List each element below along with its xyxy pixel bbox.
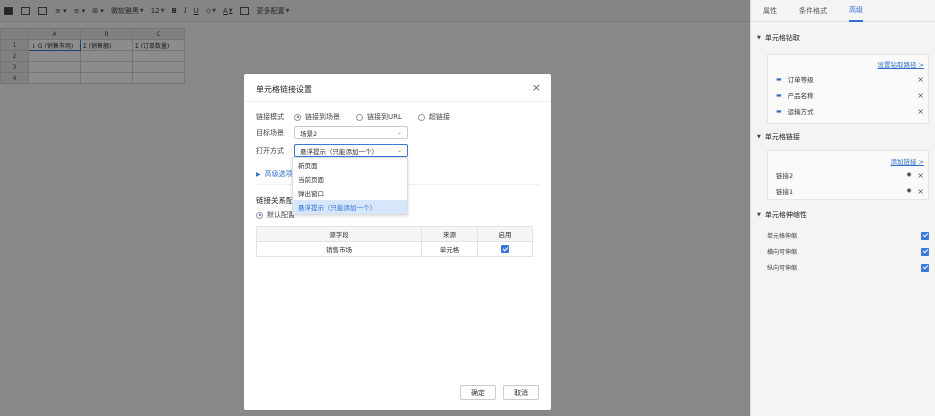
dialog-footer: 确定 取消: [453, 385, 539, 400]
target-scene-value: 场景2: [300, 129, 318, 138]
close-icon[interactable]: ×: [917, 75, 924, 84]
radio-label: 超链接: [428, 113, 450, 121]
drill-section-header[interactable]: ▼ 单元格钻取: [757, 33, 800, 43]
stretch-checkbox[interactable]: [921, 231, 929, 240]
table-row: 销售市场 单元格: [256, 241, 533, 257]
radio-off-icon: [417, 113, 425, 121]
advanced-options-label: 高级选项: [264, 170, 293, 178]
stretch-section-header[interactable]: ▼ 单元格伸缩性: [757, 210, 807, 220]
drill-item-label: 产品名称: [787, 92, 814, 100]
open-mode-value: 悬浮提示（只能添加一个）: [300, 147, 378, 156]
close-icon[interactable]: ×: [917, 171, 924, 180]
caret-down-icon: ▼: [757, 134, 761, 140]
stretch-option: 单元格伸缩: [767, 231, 929, 240]
tab-properties[interactable]: 属性: [763, 0, 777, 22]
stretch-option-label: 横向可伸缩: [767, 249, 798, 256]
dropdown-option-new-page[interactable]: 新页面: [293, 158, 407, 172]
close-icon[interactable]: ×: [917, 91, 924, 100]
radio-link-url[interactable]: 链接到URL: [356, 112, 402, 122]
open-mode-dropdown: 新页面 当前页面 弹出窗口 悬浮提示（只能添加一个）: [292, 157, 408, 215]
radio-link-scene[interactable]: 链接到场景: [294, 112, 340, 122]
dropdown-option-popup[interactable]: 弹出窗口: [293, 186, 407, 200]
list-item[interactable]: 链接1 ✹ ×: [776, 185, 924, 197]
close-icon[interactable]: ×: [917, 107, 924, 116]
drill-level-icon: ▬: [776, 107, 782, 115]
radio-hyperlink[interactable]: 超链接: [417, 112, 450, 122]
dropdown-option-tooltip[interactable]: 悬浮提示（只能添加一个）: [293, 200, 407, 214]
set-drill-path-link[interactable]: 设置钻取路径 >: [877, 59, 924, 69]
chevron-down-icon: ⌄: [396, 147, 402, 154]
dialog-title: 单元格链接设置: [256, 85, 312, 94]
drill-level-icon: ▬: [776, 91, 782, 99]
radio-off-icon: [356, 113, 363, 121]
open-mode-row: 打开方式 悬浮提示（只能添加一个） ⌄: [256, 144, 408, 157]
cell-link-section-title: 单元格链接: [764, 133, 800, 141]
chevron-down-icon: ⌄: [396, 129, 402, 136]
cell-link-box: 添加链接 > 链接2 ✹ × 链接1 ✹ ×: [767, 150, 929, 200]
col-source: 来源: [421, 226, 478, 242]
add-link-link[interactable]: 添加链接 >: [890, 156, 924, 166]
add-link-label: 添加链接: [890, 158, 917, 166]
set-drill-path-label: 设置钻取路径: [877, 61, 917, 69]
caret-right-icon: ▶: [256, 170, 261, 178]
drill-item-label: 运输方式: [787, 108, 814, 116]
cell-link-dialog: 单元格链接设置 × 链接模式 链接到场景 链接到URL 超链接 目标场景 场景2…: [244, 74, 551, 410]
close-icon[interactable]: ×: [917, 187, 924, 196]
target-scene-label: 目标场景: [256, 128, 284, 137]
radio-label: 链接到场景: [305, 113, 340, 121]
drill-level-icon: ▬: [776, 75, 782, 83]
link-item-label: 链接2: [776, 172, 794, 180]
target-scene-select[interactable]: 场景2 ⌄: [294, 126, 408, 139]
list-item[interactable]: ▬ 产品名称 ×: [776, 89, 924, 101]
enabled-checkbox[interactable]: [501, 245, 509, 253]
list-item[interactable]: 链接2 ✹ ×: [776, 169, 924, 181]
gear-icon[interactable]: ✹: [906, 187, 912, 195]
stretch-option-label: 单元格伸缩: [767, 233, 798, 240]
default-config-radio[interactable]: 默认配置: [256, 210, 295, 220]
radio-label: 链接到URL: [367, 113, 402, 121]
source-cell: 单元格: [421, 241, 478, 257]
drill-box: 设置钻取路径 > ▬ 订单等级 × ▬ 产品名称 × ▬ 运输方式 ×: [767, 54, 929, 124]
stretch-option: 横向可伸缩: [767, 247, 929, 256]
enabled-cell: [477, 241, 533, 257]
dropdown-option-current-page[interactable]: 当前页面: [293, 172, 407, 186]
stretch-checkbox[interactable]: [921, 263, 929, 272]
source-field-cell: 销售市场: [256, 241, 422, 257]
gear-icon[interactable]: ✹: [906, 171, 912, 179]
list-item[interactable]: ▬ 订单等级 ×: [776, 73, 924, 85]
stretch-option-label: 纵向可伸缩: [767, 265, 798, 272]
cell-link-section-header[interactable]: ▼ 单元格链接: [757, 132, 800, 142]
col-source-field: 源字段: [256, 226, 422, 242]
stretch-option: 纵向可伸缩: [767, 263, 929, 272]
divider: [244, 101, 551, 102]
col-enabled: 启用: [477, 226, 533, 242]
default-config-label: 默认配置: [267, 211, 295, 219]
target-scene-row: 目标场景 场景2 ⌄: [256, 126, 408, 139]
properties-panel: 属性 条件格式 高级 ▼ 单元格钻取 设置钻取路径 > ▬ 订单等级 × ▬ 产品名称…: [750, 0, 935, 416]
caret-down-icon: ▼: [757, 35, 761, 41]
caret-down-icon: ▼: [757, 212, 761, 218]
field-mapping-table: 源字段 来源 启用 销售市场 单元格: [256, 226, 533, 257]
stretch-section-title: 单元格伸缩性: [764, 211, 807, 219]
tab-conditional-format[interactable]: 条件格式: [799, 0, 827, 22]
open-mode-label: 打开方式: [256, 146, 284, 155]
link-mode-row: 链接模式 链接到场景 链接到URL 超链接: [256, 112, 466, 122]
advanced-options-toggle[interactable]: ▶ 高级选项: [256, 169, 293, 179]
close-icon[interactable]: ×: [532, 81, 541, 94]
stretch-checkbox[interactable]: [921, 247, 929, 256]
radio-on-icon: [294, 113, 301, 121]
drill-section-title: 单元格钻取: [764, 34, 800, 42]
list-item[interactable]: ▬ 运输方式 ×: [776, 105, 924, 117]
link-item-label: 链接1: [776, 188, 794, 196]
panel-tabs: 属性 条件格式 高级: [751, 0, 935, 22]
ok-button[interactable]: 确定: [460, 385, 496, 400]
tab-advanced[interactable]: 高级: [849, 0, 863, 22]
open-mode-select[interactable]: 悬浮提示（只能添加一个） ⌄: [294, 144, 408, 157]
link-mode-label: 链接模式: [256, 113, 284, 121]
radio-on-icon: [256, 211, 263, 219]
drill-item-label: 订单等级: [787, 76, 814, 84]
cancel-button[interactable]: 取消: [503, 385, 539, 400]
